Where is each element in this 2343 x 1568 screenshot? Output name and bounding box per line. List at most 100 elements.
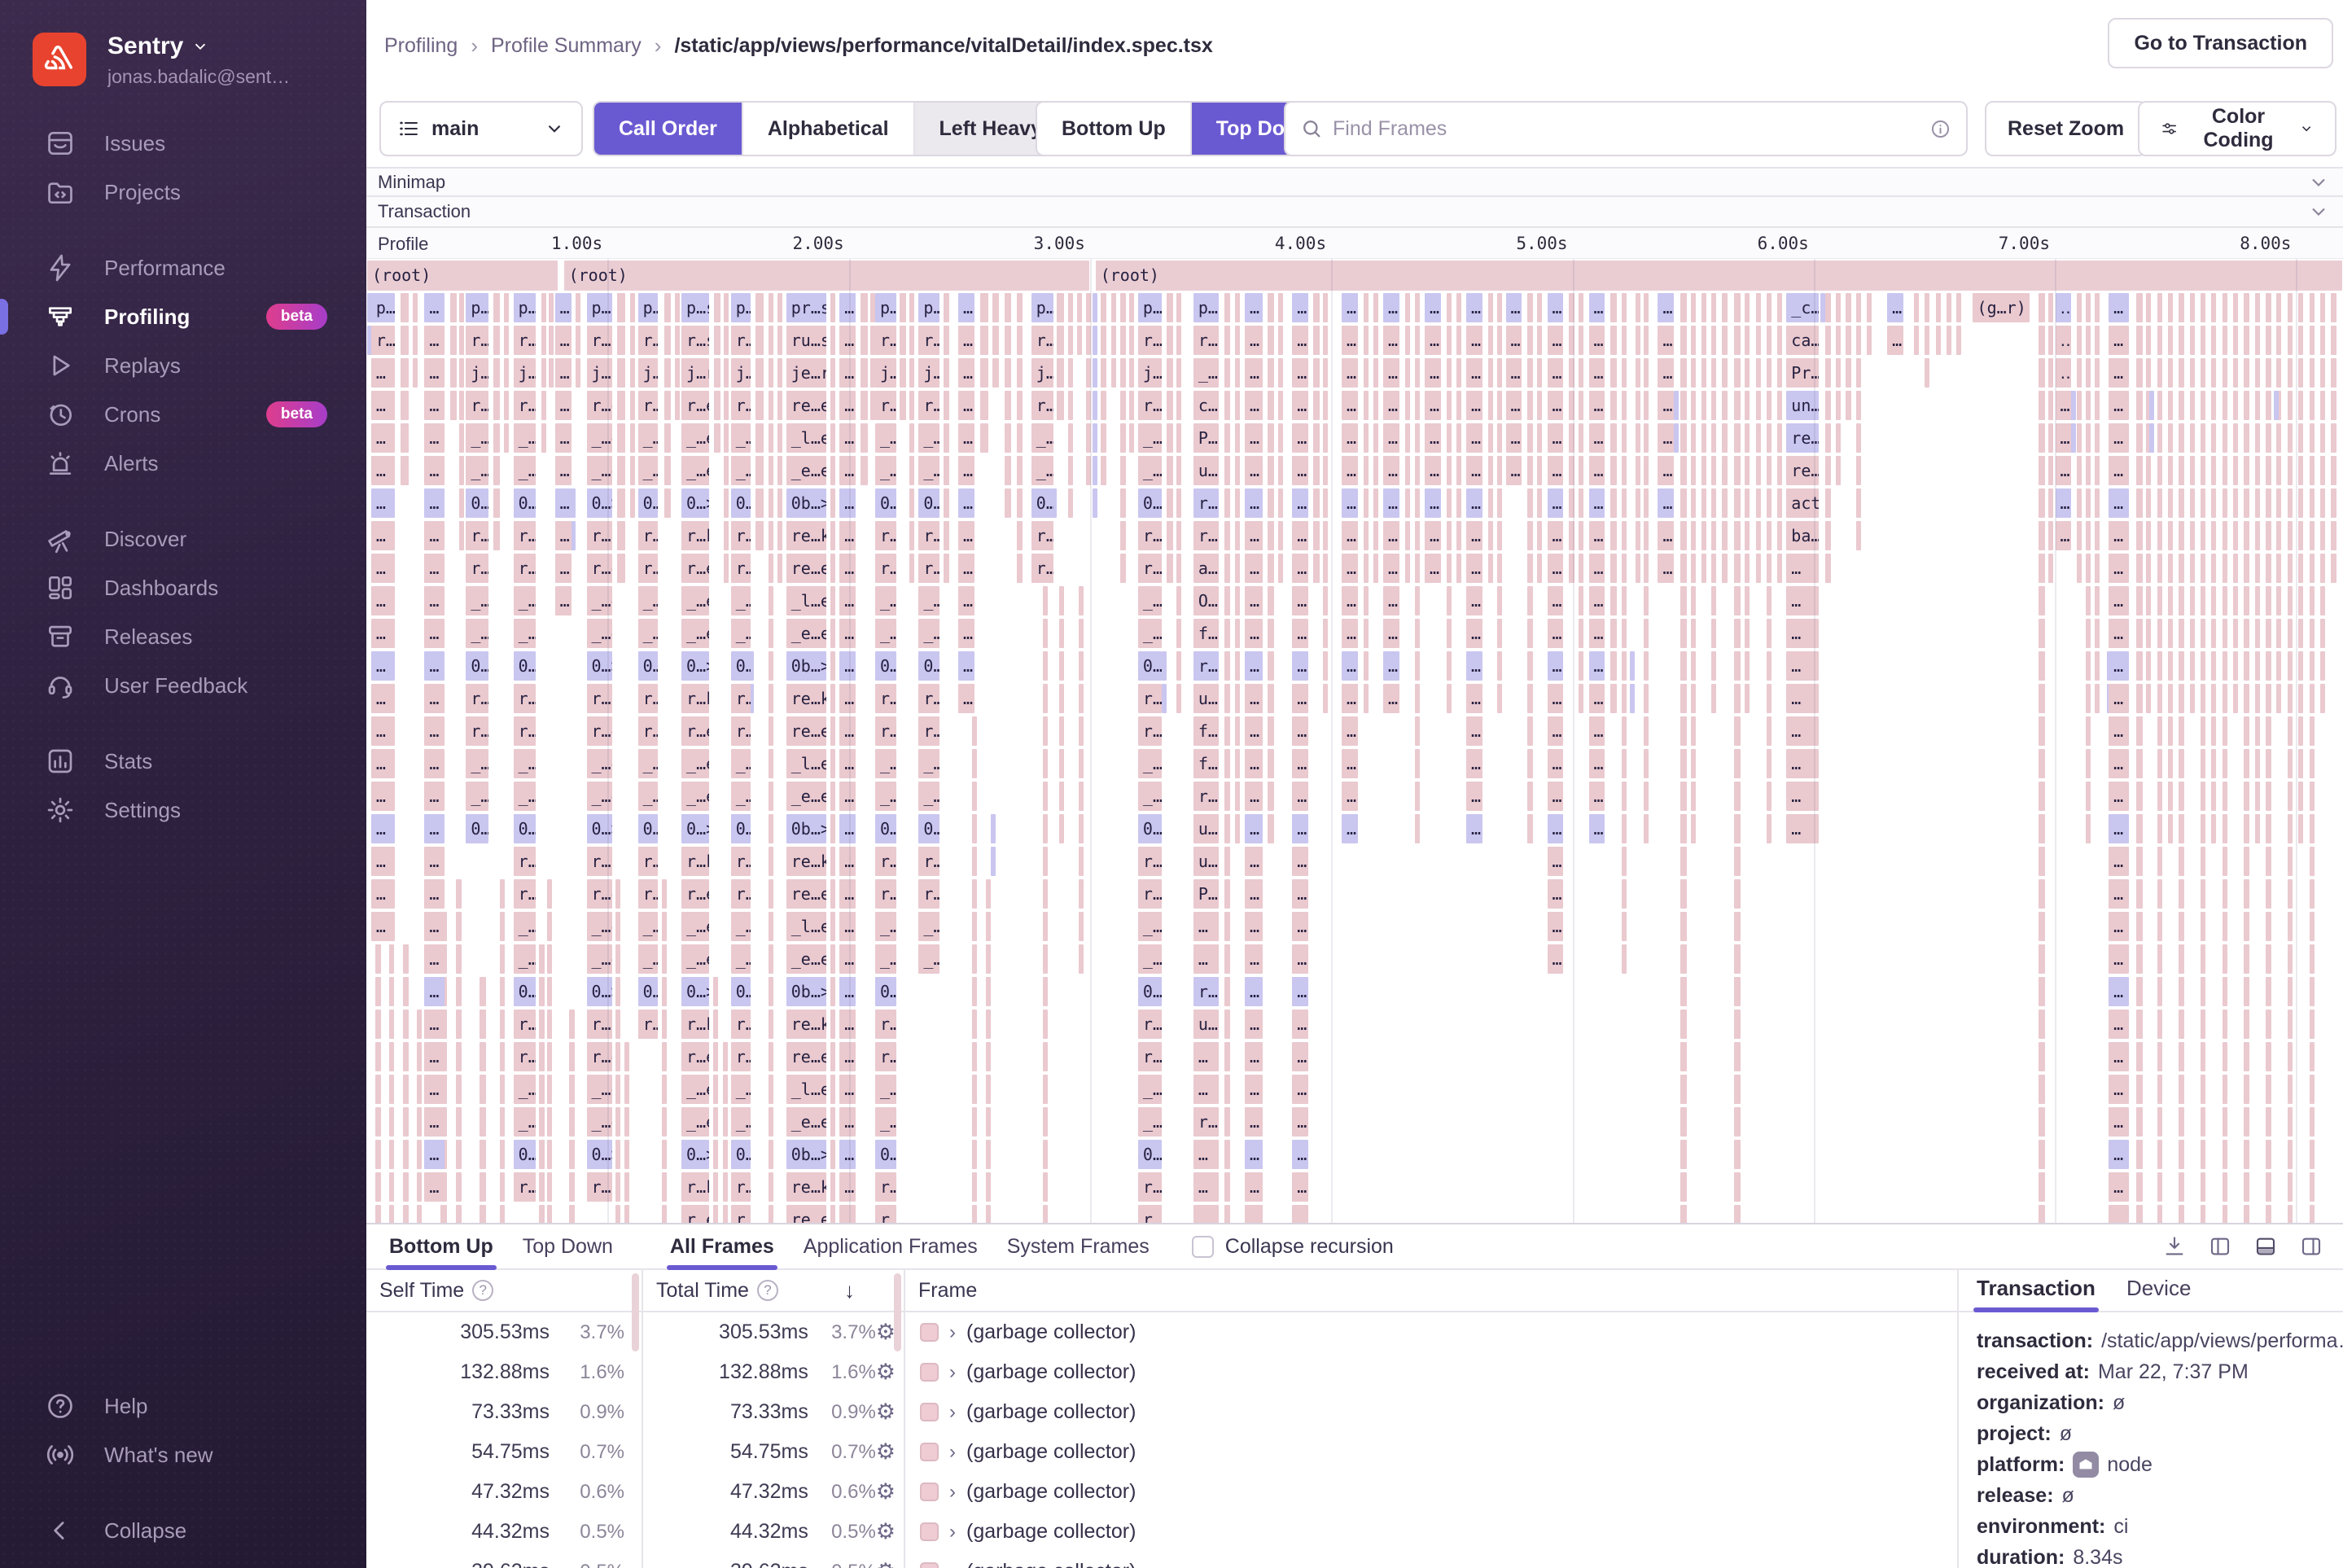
flame-frame[interactable] — [2255, 554, 2260, 583]
flame-frame[interactable]: _…e — [587, 912, 613, 941]
flame-frame[interactable] — [2298, 521, 2303, 550]
flame-frame[interactable] — [2276, 456, 2281, 485]
flame-frame[interactable] — [1093, 391, 1097, 420]
flame-frame[interactable] — [2201, 1205, 2205, 1223]
flame-frame[interactable]: … — [839, 521, 856, 550]
flame-frame[interactable]: r… — [918, 521, 939, 550]
flame-frame[interactable] — [1059, 749, 1064, 778]
flame-frame[interactable] — [972, 1075, 977, 1104]
flame-frame[interactable] — [1059, 782, 1064, 811]
flame-frame[interactable] — [2298, 554, 2303, 583]
flame-frame[interactable] — [2136, 619, 2143, 648]
flame-frame[interactable] — [1101, 358, 1107, 388]
flame-frame[interactable] — [1224, 1107, 1231, 1137]
flame-frame[interactable] — [1756, 391, 1761, 420]
flame-frame[interactable] — [1569, 554, 1574, 583]
flame-frame[interactable]: r… — [731, 1010, 751, 1039]
flame-frame[interactable] — [2179, 391, 2183, 420]
flame-frame[interactable] — [2086, 651, 2091, 681]
flame-frame[interactable]: Pr…d — [1786, 358, 1818, 388]
flame-frame[interactable] — [569, 1107, 576, 1137]
flame-frame[interactable] — [769, 749, 773, 778]
flame-frame[interactable] — [1235, 423, 1240, 453]
flame-frame[interactable]: _… — [514, 619, 536, 648]
flame-frame[interactable] — [2288, 814, 2293, 843]
flame-frame[interactable] — [1313, 488, 1320, 518]
flame-frame[interactable]: r…s — [1193, 326, 1219, 355]
flame-frame[interactable]: … — [839, 977, 856, 1006]
flame-frame[interactable] — [1745, 684, 1750, 713]
flame-frame[interactable]: … — [1193, 912, 1219, 941]
flame-frame[interactable] — [624, 1107, 629, 1137]
flame-frame[interactable] — [2136, 782, 2143, 811]
flame-frame[interactable] — [2223, 1205, 2227, 1223]
flame-frame[interactable] — [1734, 977, 1741, 1006]
flame-frame[interactable] — [1867, 293, 1872, 322]
flame-frame[interactable] — [723, 1042, 728, 1071]
flame-frame[interactable]: … — [2109, 1205, 2129, 1223]
flame-frame[interactable]: … — [2056, 488, 2072, 518]
flame-frame[interactable]: … — [1786, 782, 1818, 811]
flame-frame[interactable]: … — [1887, 326, 1903, 355]
flame-frame[interactable]: r… — [875, 684, 896, 713]
flame-frame[interactable]: … — [839, 1172, 856, 1202]
flame-frame[interactable] — [1622, 456, 1627, 485]
flame-frame[interactable] — [2266, 944, 2271, 974]
flame-frame[interactable]: … — [424, 1042, 445, 1071]
flame-frame[interactable] — [1537, 554, 1542, 583]
flame-frame[interactable]: … — [958, 293, 974, 322]
flame-frame[interactable] — [1101, 456, 1107, 485]
flame-frame[interactable] — [724, 326, 729, 355]
flame-frame[interactable]: … — [1548, 847, 1564, 876]
flame-frame[interactable] — [830, 782, 835, 811]
flame-frame[interactable] — [2086, 554, 2091, 583]
flame-frame[interactable] — [2086, 684, 2091, 713]
flame-frame[interactable] — [1856, 358, 1861, 388]
flame-frame[interactable] — [2190, 293, 2195, 322]
flame-frame[interactable] — [617, 521, 625, 550]
flame-frame[interactable] — [2298, 488, 2303, 518]
flame-frame[interactable] — [2179, 684, 2183, 713]
flame-frame[interactable] — [500, 879, 505, 909]
flame-frame[interactable] — [723, 1172, 728, 1202]
flame-frame[interactable] — [1405, 488, 1410, 518]
flame-frame[interactable] — [830, 586, 835, 615]
flame-frame[interactable]: … — [2109, 1075, 2129, 1104]
flame-frame[interactable] — [1622, 521, 1627, 550]
flame-frame[interactable] — [1093, 488, 1097, 518]
flame-frame[interactable] — [1537, 423, 1542, 453]
flame-frame[interactable]: _… — [875, 944, 896, 974]
flame-frame[interactable] — [2190, 423, 2195, 453]
flame-frame[interactable]: r… — [875, 521, 896, 550]
flame-frame[interactable] — [2039, 326, 2045, 355]
flame-frame[interactable] — [2136, 1075, 2143, 1104]
flame-frame[interactable] — [2095, 423, 2100, 453]
flame-frame[interactable] — [375, 1205, 382, 1223]
flame-frame[interactable]: … — [2109, 293, 2129, 322]
flame-frame[interactable] — [1856, 326, 1861, 355]
flame-frame[interactable]: … — [839, 423, 856, 453]
flame-frame[interactable] — [630, 423, 635, 453]
flame-frame[interactable] — [1129, 423, 1134, 453]
flame-frame[interactable] — [2310, 293, 2315, 322]
flame-frame[interactable] — [2320, 554, 2325, 583]
flame-frame[interactable] — [972, 944, 977, 974]
flame-frame[interactable] — [1059, 619, 1064, 648]
flame-frame[interactable] — [2039, 912, 2045, 941]
flame-frame[interactable] — [664, 456, 671, 485]
flame-frame[interactable] — [2201, 1042, 2205, 1071]
flame-frame[interactable] — [1644, 456, 1649, 485]
flame-frame[interactable] — [1043, 716, 1048, 746]
flame-frame[interactable] — [2168, 586, 2173, 615]
flame-frame[interactable] — [2244, 326, 2249, 355]
flame-frame[interactable] — [2157, 1140, 2162, 1169]
flame-frame[interactable]: r… — [918, 326, 939, 355]
flame-frame[interactable] — [2276, 521, 2281, 550]
flame-frame[interactable] — [2310, 782, 2315, 811]
flame-frame[interactable] — [1680, 488, 1687, 518]
flame-frame[interactable] — [2211, 293, 2216, 322]
flame-frame[interactable] — [1579, 521, 1583, 550]
breadcrumb-item[interactable]: Profile Summary — [491, 34, 642, 58]
flame-frame[interactable] — [1644, 293, 1649, 322]
flame-frame[interactable]: _… — [875, 586, 896, 615]
